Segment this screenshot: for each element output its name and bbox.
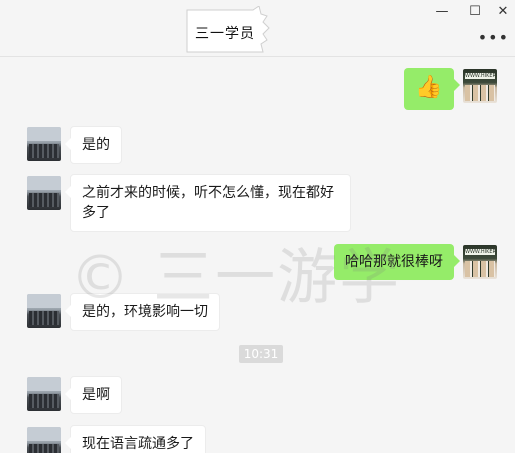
message-bubble-mine[interactable]: 👍 xyxy=(404,68,460,110)
chat-title: 三一学员 xyxy=(195,26,255,42)
chat-title-badge: 三一学员 xyxy=(183,6,271,56)
message-bubble-theirs[interactable]: 是的，环境影响一切 xyxy=(65,293,220,331)
contact-avatar[interactable] xyxy=(27,176,61,210)
message-bubble-theirs[interactable]: 是的 xyxy=(65,126,122,164)
message-text: 是的 xyxy=(82,137,110,153)
maximize-icon: ☐ xyxy=(469,3,481,19)
my-avatar[interactable]: WWW.HIKER xyxy=(463,245,497,279)
thumbs-up-icon: 👍 xyxy=(415,75,443,100)
message-text: 之前才来的时候，听不怎么懂，现在都好多了 xyxy=(82,185,334,221)
close-icon: ✕ xyxy=(497,3,509,19)
message-timestamp: 10:31 xyxy=(239,345,283,363)
message-bubble-theirs[interactable]: 现在语言疏通多了 xyxy=(65,425,206,453)
my-avatar[interactable]: WWW.HIKER xyxy=(463,69,497,103)
message-bubble-theirs[interactable]: 之前才来的时候，听不怎么懂，现在都好多了 xyxy=(65,174,351,232)
minimize-button[interactable]: — xyxy=(427,0,457,22)
contact-avatar[interactable] xyxy=(27,377,61,411)
close-button[interactable]: ✕ xyxy=(488,0,515,22)
more-options-button[interactable]: ••• xyxy=(478,28,509,47)
message-list[interactable]: 👍 WWW.HIKER 是的 之前才来的时候，听不怎么懂，现在都好多了 哈哈那就… xyxy=(0,57,515,453)
chat-header: 三一学员 — ☐ ✕ ••• xyxy=(0,0,515,57)
contact-avatar[interactable] xyxy=(27,427,61,453)
contact-avatar[interactable] xyxy=(27,294,61,328)
more-icon: ••• xyxy=(477,28,509,47)
message-text: 是啊 xyxy=(82,387,110,403)
maximize-button[interactable]: ☐ xyxy=(460,0,490,22)
minimize-icon: — xyxy=(435,3,449,19)
message-text: 现在语言疏通多了 xyxy=(82,436,194,452)
message-bubble-theirs[interactable]: 是啊 xyxy=(65,376,122,414)
message-text: 哈哈那就很棒呀 xyxy=(345,254,443,270)
message-text: 是的，环境影响一切 xyxy=(82,304,208,320)
message-bubble-mine[interactable]: 哈哈那就很棒呀 xyxy=(334,244,460,280)
contact-avatar[interactable] xyxy=(27,127,61,161)
